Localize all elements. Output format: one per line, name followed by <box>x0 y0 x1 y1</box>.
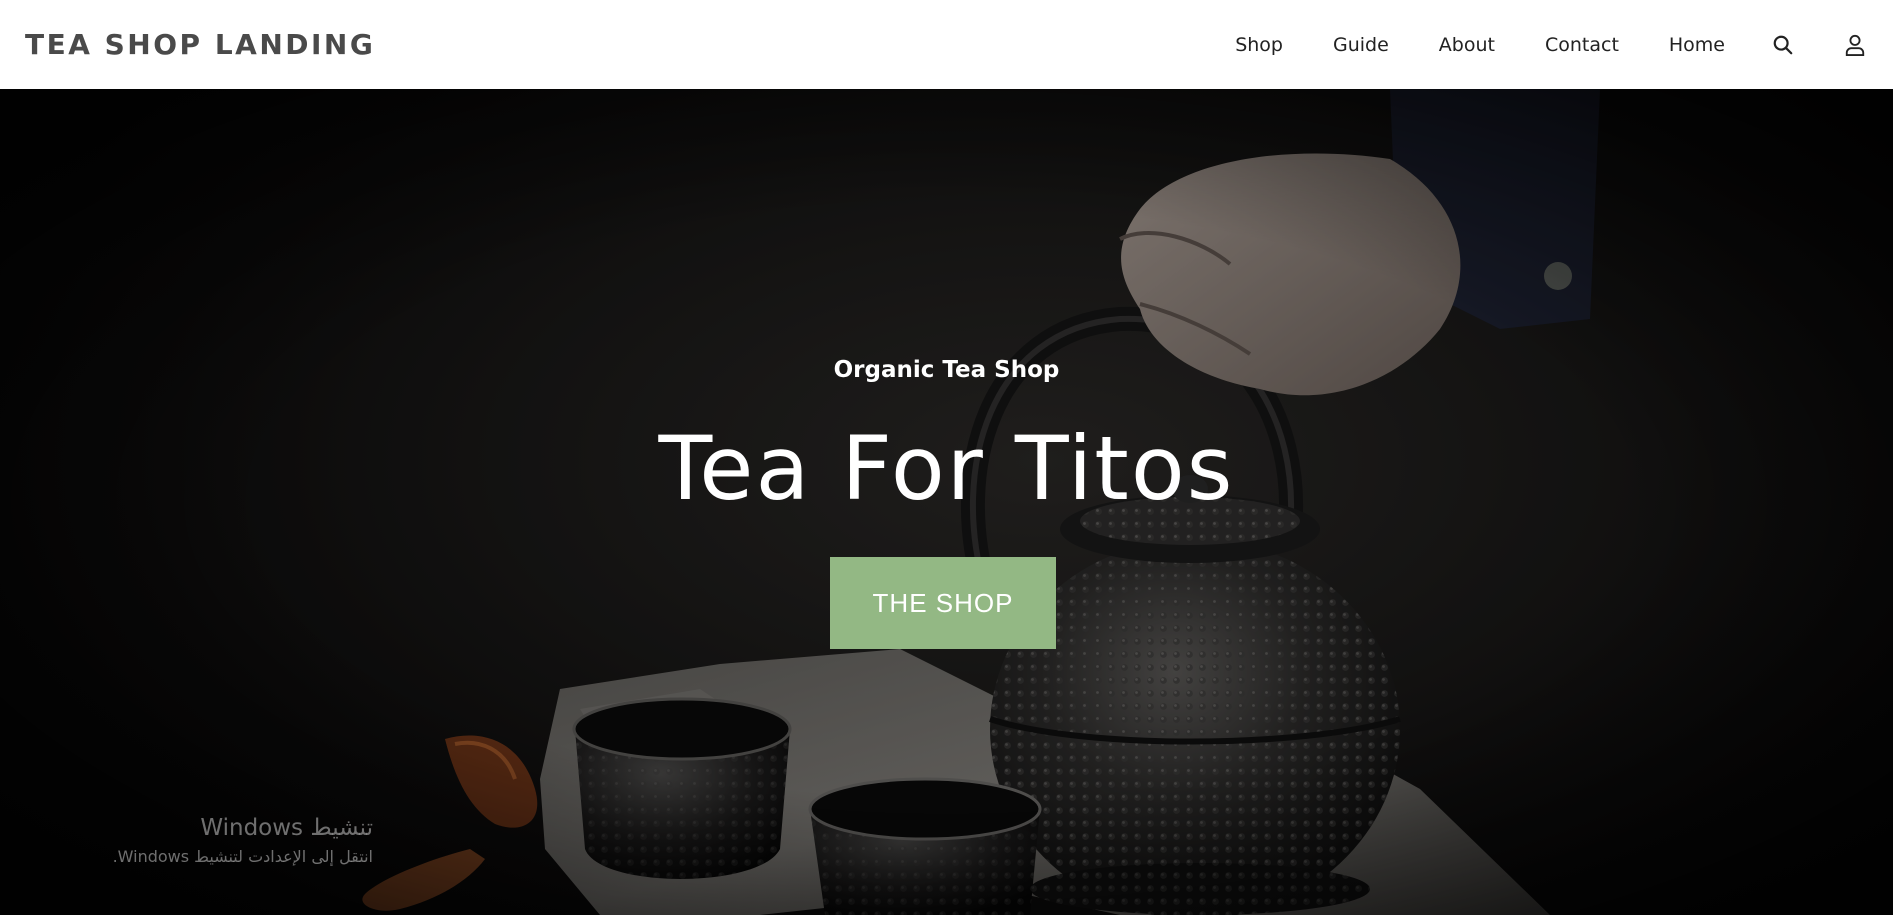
hero-content: Organic Tea Shop Tea For Titos THE SHOP <box>0 89 1893 915</box>
nav-link-shop[interactable]: Shop <box>1235 34 1283 56</box>
search-icon[interactable] <box>1769 31 1797 59</box>
hero-section: Organic Tea Shop Tea For Titos THE SHOP … <box>0 89 1893 915</box>
user-icon[interactable] <box>1841 31 1869 59</box>
site-logo[interactable]: TEA SHOP LANDING <box>25 28 375 61</box>
nav-link-contact[interactable]: Contact <box>1545 34 1619 56</box>
hero-title: Tea For Titos <box>658 417 1235 520</box>
nav-link-guide[interactable]: Guide <box>1333 34 1389 56</box>
shop-cta-button[interactable]: THE SHOP <box>830 557 1056 649</box>
nav-link-home[interactable]: Home <box>1669 34 1725 56</box>
main-nav: Shop Guide About Contact Home <box>1235 0 1869 89</box>
site-header: TEA SHOP LANDING Shop Guide About Contac… <box>0 0 1893 89</box>
hero-kicker: Organic Tea Shop <box>833 357 1060 383</box>
nav-link-about[interactable]: About <box>1439 34 1495 56</box>
